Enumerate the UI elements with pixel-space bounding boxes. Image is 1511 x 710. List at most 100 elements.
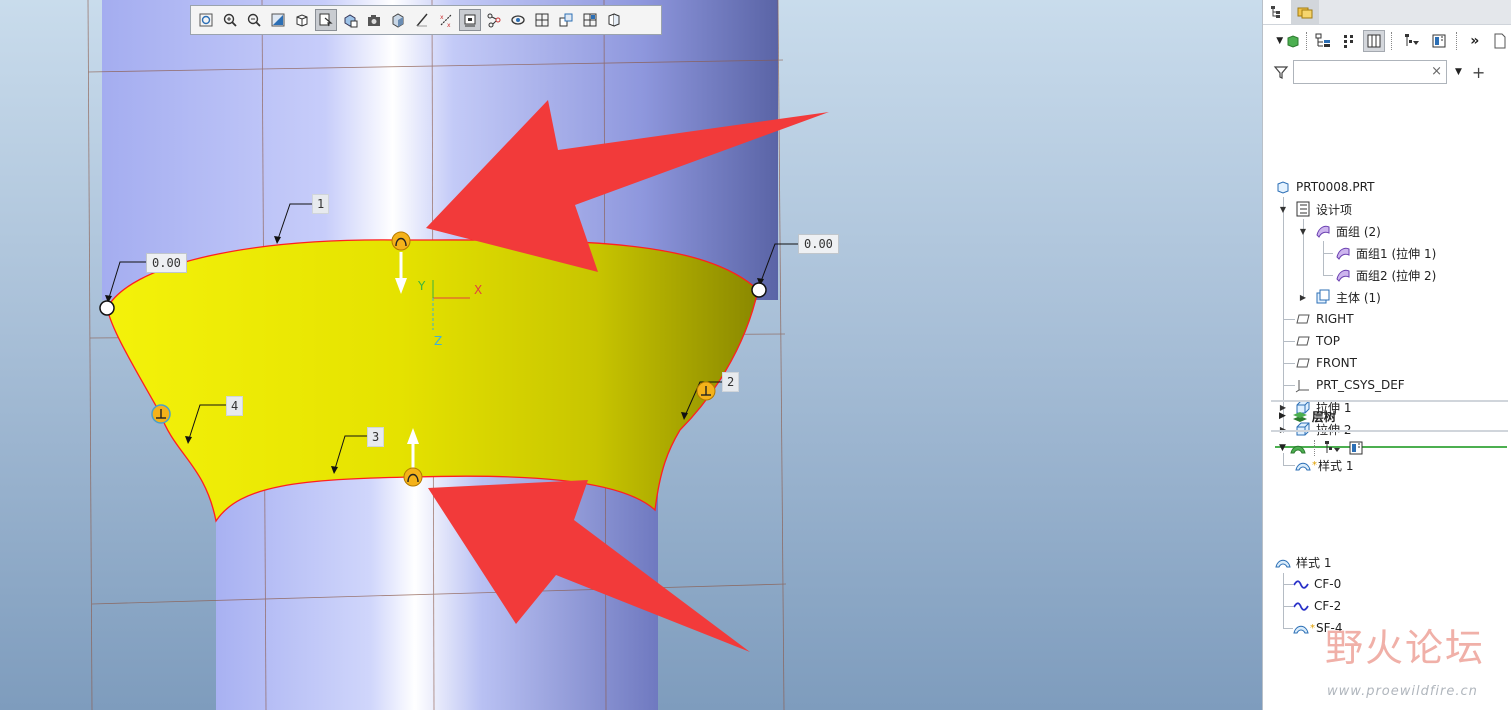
saved-orientations-button[interactable] <box>315 9 337 31</box>
add-filter-icon[interactable]: + <box>1472 63 1485 82</box>
repaint-icon <box>271 13 285 27</box>
tree-guide <box>1323 275 1333 276</box>
modified-asterisk-icon: * <box>1310 622 1315 634</box>
tree-item-quilt2[interactable]: 面组2 (拉伸 2) <box>1335 264 1436 286</box>
grid-display-icon <box>535 13 549 27</box>
tab-model-tree[interactable] <box>1263 0 1291 24</box>
body-icon <box>1315 289 1331 305</box>
document-icon <box>1494 33 1506 49</box>
document-button[interactable] <box>1490 30 1511 52</box>
tree-item-quilts[interactable]: 面组 (2) <box>1315 220 1381 242</box>
model-scene[interactable]: X Y Z <box>0 0 1262 710</box>
more-button[interactable]: » <box>1464 30 1486 52</box>
tree-item-root[interactable]: PRT0008.PRT <box>1275 176 1374 198</box>
zoom-in-button[interactable] <box>219 9 241 31</box>
tree-filters-button[interactable] <box>1399 30 1424 52</box>
view-manager-button[interactable] <box>291 9 313 31</box>
expand-icon[interactable]: ▼ <box>1279 443 1286 453</box>
tab-folder-browser[interactable] <box>1291 0 1319 24</box>
csys-display-button[interactable] <box>483 9 505 31</box>
annotation-icon <box>608 13 620 27</box>
expand-icon[interactable]: ▼ <box>1278 204 1288 214</box>
point-display-icon <box>464 14 476 27</box>
expand-tree-button[interactable] <box>1312 30 1334 52</box>
grid-display-button[interactable] <box>531 9 553 31</box>
tree-filters-icon <box>1404 34 1419 46</box>
tree-label: 设计项 <box>1316 202 1353 217</box>
normal-constraint-left[interactable] <box>151 404 171 424</box>
search-input[interactable] <box>1296 62 1430 84</box>
lower-cylinder[interactable] <box>216 470 658 710</box>
settings-icon[interactable] <box>1348 440 1364 456</box>
active-plane-button[interactable] <box>555 9 577 31</box>
collapse-tree-button[interactable] <box>1338 30 1360 52</box>
tree-label: 样式 1 <box>1296 555 1332 570</box>
tree-item-right[interactable]: RIGHT <box>1295 308 1354 330</box>
quilt-icon <box>1335 267 1351 283</box>
shading-button[interactable] <box>387 9 409 31</box>
zoom-out-button[interactable] <box>243 9 265 31</box>
camera-button[interactable] <box>363 9 385 31</box>
refit-button[interactable] <box>195 9 217 31</box>
datum-plane-icon <box>1295 355 1311 371</box>
graphics-viewport[interactable]: X Y Z 0.00 0.00 1 2 3 4 x x <box>0 0 1262 710</box>
tangent-constraint-top[interactable] <box>391 231 411 251</box>
point-display-button[interactable] <box>459 9 481 31</box>
axis-y-label: Y <box>417 279 426 293</box>
graphics-toolbar: xx <box>190 5 662 35</box>
model-tree-toolbar: ▼ » <box>1263 25 1511 57</box>
tree-label: 面组1 (拉伸 1) <box>1356 246 1437 261</box>
show-menu-button[interactable]: ▼ <box>1275 30 1302 52</box>
dimension-label-right[interactable]: 0.00 <box>798 234 839 254</box>
annotation-button[interactable] <box>603 9 625 31</box>
quilt-icon <box>1335 245 1351 261</box>
repaint-button[interactable] <box>267 9 289 31</box>
style-tree-root[interactable]: 样式 1 <box>1275 551 1331 573</box>
dimension-label-left[interactable]: 0.00 <box>146 253 187 273</box>
tree-item-top[interactable]: TOP <box>1295 330 1340 352</box>
filter-bar: × ▼ + <box>1263 57 1511 87</box>
endpoint-handle-right[interactable] <box>751 282 767 298</box>
navigator-tabs <box>1263 0 1511 25</box>
tree-label: CF-2 <box>1314 599 1342 613</box>
normal-constraint-right[interactable] <box>696 381 716 401</box>
filter-icon[interactable] <box>1273 64 1289 80</box>
tree-item-body[interactable]: 主体 (1) <box>1315 286 1381 308</box>
tree-columns-icon <box>1367 34 1381 48</box>
layer-tree-header[interactable]: ▶ 层树 <box>1263 404 1511 428</box>
spin-center-button[interactable] <box>507 9 529 31</box>
search-input-box[interactable]: × <box>1293 60 1447 84</box>
tree-item-csys[interactable]: PRT_CSYS_DEF <box>1295 374 1405 396</box>
style-tree-cf0[interactable]: CF-0 <box>1293 573 1341 595</box>
tree-item-design-items[interactable]: 设计项 <box>1295 198 1352 220</box>
display-style-button[interactable] <box>339 9 361 31</box>
curve-tag-4: 4 <box>226 396 244 416</box>
chevron-right-icon: » <box>1470 33 1480 49</box>
clear-icon[interactable]: × <box>1431 64 1442 79</box>
tree-guide <box>1283 341 1295 342</box>
toolbar-separator <box>1455 32 1458 50</box>
camera-icon <box>368 15 380 26</box>
collapse-tree-icon <box>1343 35 1353 48</box>
endpoint-handle-left[interactable] <box>99 300 115 316</box>
tangent-constraint-bottom[interactable] <box>403 467 423 487</box>
tree-columns-button[interactable] <box>1363 30 1386 52</box>
style-tree-cf2[interactable]: CF-2 <box>1293 595 1341 617</box>
expand-icon[interactable]: ▼ <box>1298 226 1308 236</box>
tree-guide <box>1283 573 1284 629</box>
collapse-icon[interactable]: ▶ <box>1279 411 1286 421</box>
axis-display-button[interactable]: xx <box>435 9 457 31</box>
filter-dropdown-icon[interactable]: ▼ <box>1455 67 1462 77</box>
style-tree-icon[interactable] <box>1290 440 1306 456</box>
multi-view-button[interactable] <box>579 9 601 31</box>
collapse-icon[interactable]: ▶ <box>1298 292 1308 302</box>
tree-item-front[interactable]: FRONT <box>1295 352 1357 374</box>
settings-button[interactable] <box>1428 30 1450 52</box>
tree-filters-icon[interactable] <box>1324 440 1342 456</box>
part-icon <box>1275 179 1291 195</box>
design-items-icon <box>1295 201 1311 217</box>
plane-display-button[interactable] <box>411 9 433 31</box>
tree-item-quilt1[interactable]: 面组1 (拉伸 1) <box>1335 242 1436 264</box>
style-tree-toolbar: ▼ <box>1263 436 1511 460</box>
plane-display-icon <box>416 13 428 27</box>
